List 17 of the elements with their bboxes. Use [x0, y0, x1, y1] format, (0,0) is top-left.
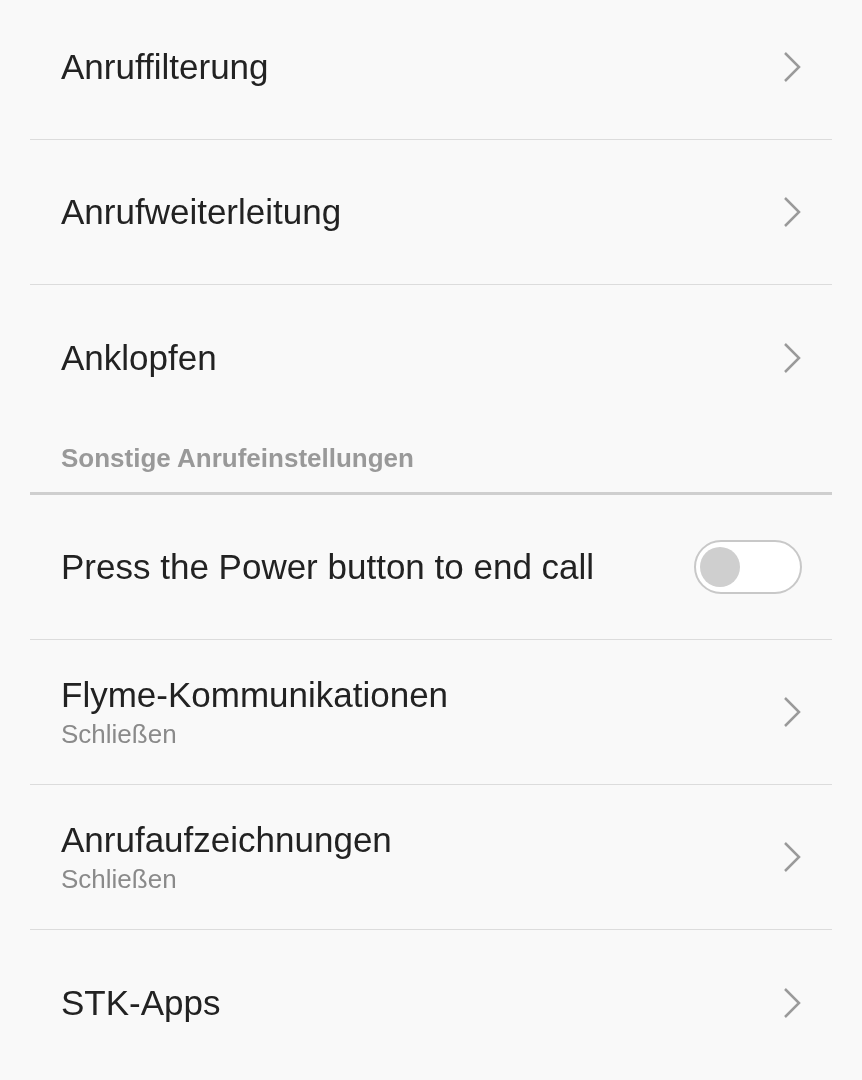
setting-title[interactable]: Press the Power button to end call	[61, 545, 595, 589]
setting-title[interactable]: Anrufweiterleitung	[61, 190, 342, 234]
chevron-right-icon	[782, 50, 802, 84]
chevron-right-icon	[782, 985, 802, 1020]
setting-subtitle: Schließen	[61, 863, 178, 896]
setting-subtitle: Schließen	[61, 718, 178, 751]
toggle-switch[interactable]	[694, 540, 802, 594]
section-header: Sonstige Anrufeinstellungen	[61, 442, 414, 475]
setting-title[interactable]: Anklopfen	[61, 335, 217, 380]
chevron-right-icon	[782, 340, 802, 375]
chevron-right-icon	[782, 195, 802, 229]
chevron-right-icon	[782, 695, 802, 729]
chevron-right-icon	[782, 840, 802, 874]
setting-title[interactable]: Anruffilterung	[61, 45, 269, 89]
setting-title[interactable]: STK-Apps	[61, 980, 221, 1025]
setting-title[interactable]: Anrufaufzeichnungen	[61, 818, 392, 862]
setting-title[interactable]: Flyme-Kommunikationen	[61, 673, 449, 717]
